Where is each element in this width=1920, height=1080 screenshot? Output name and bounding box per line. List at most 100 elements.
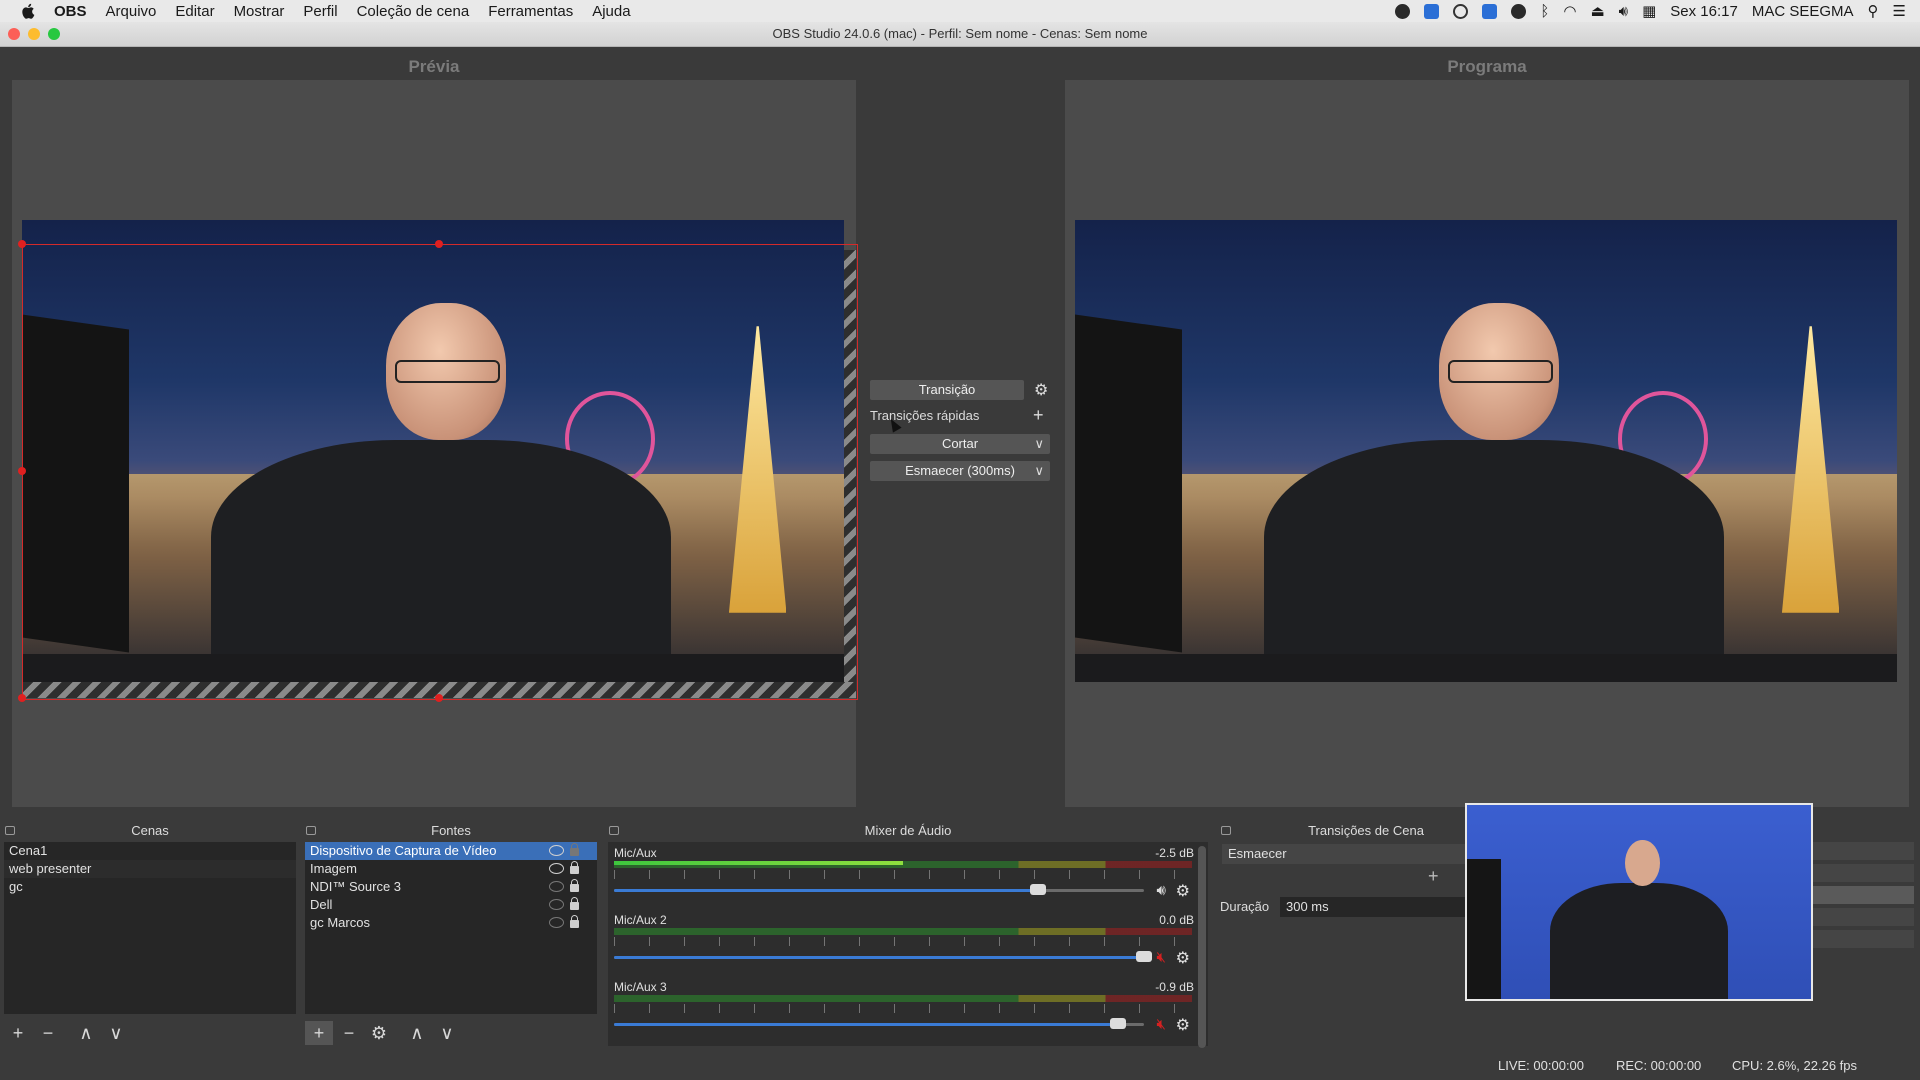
preview-canvas[interactable] bbox=[12, 80, 858, 807]
one-password-icon[interactable] bbox=[1511, 3, 1527, 19]
lock-icon[interactable] bbox=[570, 879, 579, 892]
lock-icon[interactable] bbox=[570, 915, 579, 928]
transition-button[interactable]: Transição bbox=[870, 380, 1024, 400]
menu-editar[interactable]: Editar bbox=[175, 3, 214, 20]
presenter-shirt bbox=[1264, 439, 1725, 682]
obs-status-icon[interactable] bbox=[1395, 3, 1411, 19]
muted-speaker-icon[interactable]: 🔇︎ bbox=[1157, 949, 1166, 966]
quick-transition-cut[interactable]: Cortar ∨ bbox=[870, 434, 1050, 454]
resize-handle-top[interactable] bbox=[435, 240, 443, 248]
menu-ferramentas[interactable]: Ferramentas bbox=[488, 3, 573, 20]
menu-app-obs[interactable]: OBS bbox=[54, 3, 87, 20]
status-bar: LIVE: 00:00:00 REC: 00:00:00 CPU: 2.6%, … bbox=[0, 1050, 1920, 1080]
cpu-status: CPU: 2.6%, 22.26 fps bbox=[1732, 1058, 1858, 1073]
apple-logo-icon[interactable] bbox=[20, 2, 38, 20]
move-source-up-icon[interactable]: ∧ bbox=[403, 1021, 431, 1045]
volume-icon[interactable]: 🔊︎ bbox=[1619, 3, 1628, 20]
resize-handle-bottom-left[interactable] bbox=[18, 694, 26, 702]
eject-icon[interactable]: ⏏ bbox=[1590, 2, 1604, 20]
volume-slider-knob[interactable] bbox=[1109, 1018, 1126, 1029]
resize-handle-bottom[interactable] bbox=[435, 694, 443, 702]
window-minimize-button[interactable] bbox=[28, 28, 40, 40]
chevron-down-icon[interactable]: ∨ bbox=[1034, 434, 1044, 454]
move-source-down-icon[interactable]: ∨ bbox=[433, 1021, 461, 1045]
chevron-down-icon[interactable]: ∨ bbox=[1034, 461, 1044, 481]
menu-arquivo[interactable]: Arquivo bbox=[106, 3, 157, 20]
channel-settings-gear-icon[interactable]: ⚙ bbox=[1176, 881, 1190, 901]
keyboard-icon[interactable]: ▦ bbox=[1642, 2, 1656, 20]
mixer-scrollbar[interactable] bbox=[1198, 846, 1206, 1048]
channel-settings-gear-icon[interactable]: ⚙ bbox=[1176, 1015, 1190, 1035]
move-scene-down-icon[interactable]: ∨ bbox=[102, 1021, 130, 1045]
source-item[interactable]: NDI™ Source 3 bbox=[305, 878, 597, 896]
muted-speaker-icon[interactable]: 🔇︎ bbox=[1157, 1016, 1166, 1033]
wifi-icon[interactable]: ◠ bbox=[1563, 2, 1576, 20]
speaker-icon[interactable]: 🔊︎ bbox=[1157, 882, 1166, 899]
transition-settings-gear-icon[interactable]: ⚙ bbox=[1034, 380, 1048, 400]
remove-scene-minus-icon[interactable]: − bbox=[34, 1021, 62, 1045]
quick-transition-fade[interactable]: Esmaecer (300ms) ∨ bbox=[870, 461, 1050, 481]
controls-button[interactable] bbox=[1810, 842, 1914, 860]
visibility-eye-icon[interactable] bbox=[549, 899, 564, 910]
channel-settings-gear-icon[interactable]: ⚙ bbox=[1176, 948, 1190, 968]
add-source-plus-icon[interactable]: + bbox=[305, 1021, 333, 1045]
bluetooth-icon[interactable]: ᛒ bbox=[1540, 3, 1549, 20]
creative-cloud-icon[interactable] bbox=[1453, 3, 1469, 19]
source-item[interactable]: Dispositivo de Captura de Vídeo bbox=[305, 842, 597, 860]
spotlight-search-icon[interactable]: ⚲ bbox=[1868, 2, 1879, 20]
add-scene-plus-icon[interactable]: + bbox=[4, 1021, 32, 1045]
resize-handle-left[interactable] bbox=[18, 467, 26, 475]
window-close-button[interactable] bbox=[8, 28, 20, 40]
source-label: gc Marcos bbox=[310, 915, 370, 930]
transition-select[interactable]: Esmaecer bbox=[1222, 844, 1468, 864]
menu-mostrar[interactable]: Mostrar bbox=[234, 3, 285, 20]
lock-icon[interactable] bbox=[570, 897, 579, 910]
menu-colecao-de-cena[interactable]: Coleção de cena bbox=[357, 3, 470, 20]
controls-button[interactable] bbox=[1810, 864, 1914, 882]
lock-icon[interactable] bbox=[570, 843, 579, 856]
screen-share-icon[interactable] bbox=[1482, 3, 1498, 19]
add-quick-transition-plus-icon[interactable]: + bbox=[1033, 405, 1044, 426]
source-properties-gear-icon[interactable]: ⚙ bbox=[365, 1021, 393, 1045]
resize-handle-top-left[interactable] bbox=[18, 240, 26, 248]
floating-video-window[interactable] bbox=[1465, 803, 1813, 1001]
volume-slider-knob[interactable] bbox=[1030, 884, 1046, 895]
menubar-clock[interactable]: Sex 16:17 bbox=[1670, 3, 1738, 20]
controls-button[interactable] bbox=[1810, 930, 1914, 948]
scene-item[interactable]: Cena1 bbox=[4, 842, 296, 860]
program-canvas bbox=[1065, 80, 1909, 807]
source-bounding-box[interactable] bbox=[22, 244, 858, 700]
controls-dock-buttons bbox=[1810, 842, 1914, 952]
lock-icon[interactable] bbox=[570, 861, 579, 874]
program-video-output bbox=[1075, 220, 1897, 682]
controls-button[interactable] bbox=[1810, 908, 1914, 926]
volume-meter bbox=[614, 928, 1192, 935]
visibility-eye-icon[interactable] bbox=[549, 881, 564, 892]
menu-perfil[interactable]: Perfil bbox=[303, 3, 337, 20]
sources-dock: Fontes Dispositivo de Captura de Vídeo I… bbox=[301, 820, 601, 1050]
remove-source-minus-icon[interactable]: − bbox=[335, 1021, 363, 1045]
window-zoom-button[interactable] bbox=[48, 28, 60, 40]
controls-button[interactable] bbox=[1810, 886, 1914, 904]
visibility-eye-icon[interactable] bbox=[549, 845, 564, 856]
source-item[interactable]: Dell bbox=[305, 896, 597, 914]
menu-ajuda[interactable]: Ajuda bbox=[592, 3, 630, 20]
visibility-eye-icon[interactable] bbox=[549, 863, 564, 874]
source-item[interactable]: Imagem bbox=[305, 860, 597, 878]
source-item[interactable]: gc Marcos bbox=[305, 914, 597, 932]
mixer-channel: Mic/Aux -2.5 dB 🔊︎ ⚙ bbox=[614, 844, 1194, 910]
scene-item[interactable]: web presenter bbox=[4, 860, 296, 878]
app-status-icon[interactable] bbox=[1424, 3, 1440, 19]
scene-item[interactable]: gc bbox=[4, 878, 296, 896]
duration-input[interactable]: 300 ms bbox=[1280, 897, 1466, 917]
channel-name: Mic/Aux bbox=[614, 846, 657, 860]
add-transition-plus-icon[interactable]: + bbox=[1428, 866, 1439, 887]
sources-toolbar: + − ⚙ ∧ ∨ bbox=[305, 1020, 597, 1046]
menubar-user[interactable]: MAC SEEGMA bbox=[1752, 3, 1854, 20]
visibility-eye-icon[interactable] bbox=[549, 917, 564, 928]
volume-slider-knob[interactable] bbox=[1136, 951, 1152, 962]
preview-label: Prévia bbox=[408, 57, 460, 76]
move-scene-up-icon[interactable]: ∧ bbox=[72, 1021, 100, 1045]
notification-center-icon[interactable]: ☰ bbox=[1893, 2, 1906, 20]
macos-menubar: OBS Arquivo Editar Mostrar Perfil Coleçã… bbox=[0, 0, 1920, 22]
